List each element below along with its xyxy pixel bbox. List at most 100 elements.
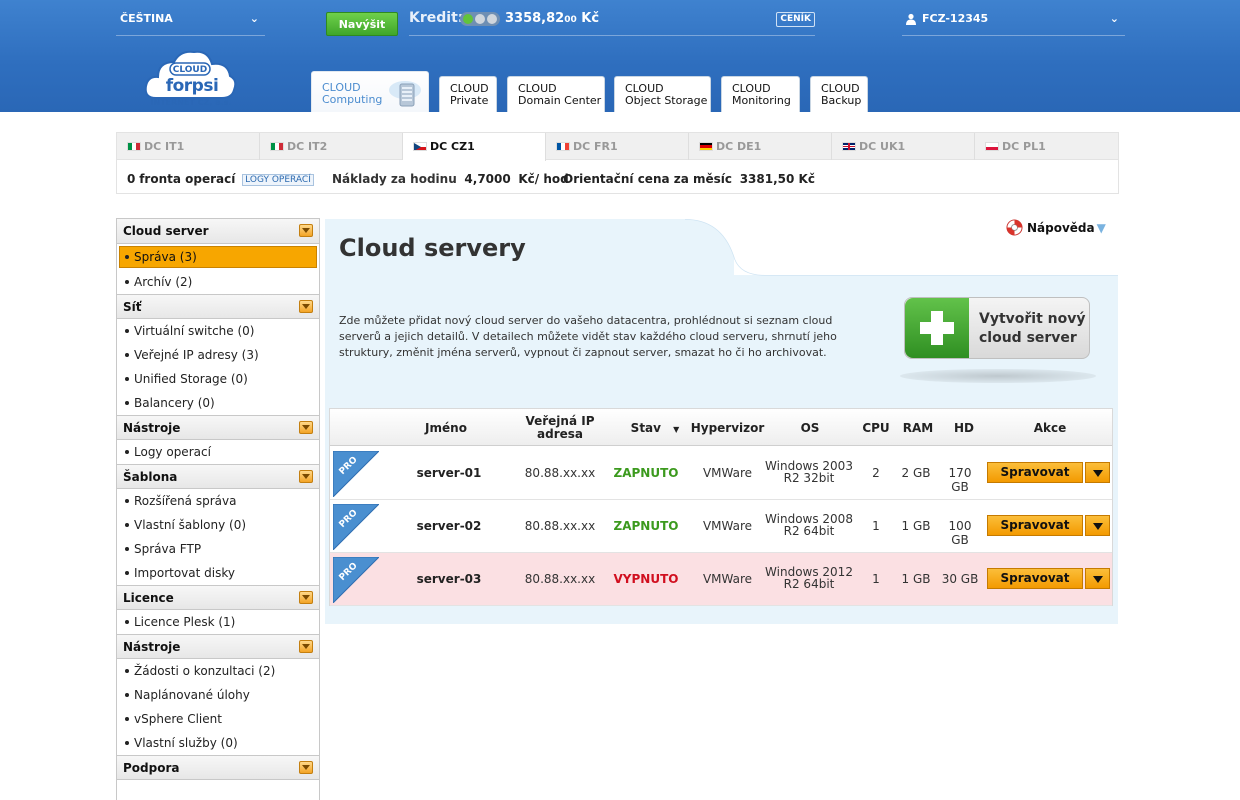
sidebar-section-template[interactable]: Šablona (117, 464, 319, 489)
server-os: Windows 2003 R2 32bit (765, 459, 853, 485)
tab-cloud-monitoring[interactable]: CLOUD Monitoring (721, 76, 800, 112)
server-name[interactable]: server-02 (410, 519, 488, 533)
sidebar-section-tools[interactable]: Nástroje (117, 415, 319, 440)
col-cpu[interactable]: CPU (858, 409, 894, 446)
datacenter-tabs: DC IT1 DC IT2 DC CZ1 DC FR1 DC DE1 DC UK… (117, 133, 1118, 161)
tab-dc-uk1[interactable]: DC UK1 (832, 133, 975, 160)
sidebar-item-scheduled-tasks[interactable]: Naplánované úlohy (117, 683, 319, 707)
col-name[interactable]: Jméno (410, 409, 482, 446)
table-row[interactable]: PRO server-03 80.88.xx.xx VYPNUTO VMWare… (330, 553, 1112, 606)
sidebar-section-support[interactable]: Podpora (117, 755, 319, 780)
sidebar-section-cloud-server[interactable]: Cloud server (117, 219, 319, 244)
tab-cloud-domain-center[interactable]: CLOUD Domain Center (507, 76, 605, 112)
triangle-down-icon (1093, 470, 1103, 477)
credit-box: Kredit: 3358,8200 Kč CENÍK (409, 8, 815, 36)
help-link[interactable]: Nápověda ▼ (1006, 219, 1106, 236)
tab-cloud-backup[interactable]: CLOUD Backup (810, 76, 868, 112)
server-hd: 100 GB (948, 519, 972, 547)
sidebar-item-custom-templates[interactable]: Vlastní šablony (0) (117, 513, 319, 537)
manage-dropdown-button[interactable] (1085, 515, 1110, 536)
manage-button[interactable]: Spravovat (987, 515, 1083, 536)
user-menu[interactable]: FCZ-12345 ⌄ (902, 8, 1125, 36)
manage-dropdown-button[interactable] (1085, 568, 1110, 589)
manage-button[interactable]: Spravovat (987, 568, 1083, 589)
germany-flag-icon (699, 142, 713, 151)
language-select[interactable]: ČEŠTINA ⌄ (116, 8, 265, 36)
traffic-light-icon (460, 12, 500, 26)
operations-queue: 0 fronta operací LOGY OPERACÍ (127, 172, 314, 186)
user-icon (906, 13, 916, 25)
sidebar-item-operation-logs[interactable]: Logy operací (117, 440, 319, 464)
server-name[interactable]: server-01 (410, 466, 488, 480)
collapse-icon[interactable] (299, 470, 313, 483)
server-status: ZAPNUTO (613, 519, 679, 533)
sidebar-item-balancers[interactable]: Balancery (0) (117, 391, 319, 415)
tab-dc-cz1[interactable]: DC CZ1 (403, 133, 546, 161)
italy-flag-icon (270, 142, 284, 151)
server-os: Windows 2012 R2 64bit (765, 565, 853, 591)
col-ram[interactable]: RAM (898, 409, 938, 446)
sidebar-item-manage[interactable]: Správa (3) (119, 246, 317, 268)
triangle-down-icon (1093, 576, 1103, 583)
server-name[interactable]: server-03 (410, 572, 488, 586)
collapse-icon[interactable] (299, 761, 313, 774)
manage-dropdown-button[interactable] (1085, 462, 1110, 483)
sidebar-item-plesk-licence[interactable]: Licence Plesk (1) (117, 610, 319, 634)
tab-dc-pl1[interactable]: DC PL1 (975, 133, 1118, 160)
sidebar-item-consultations[interactable]: Žádosti o konzultaci (2) (117, 659, 319, 683)
sidebar-item-vsphere-client[interactable]: vSphere Client (117, 707, 319, 731)
collapse-icon[interactable] (299, 224, 313, 237)
caret-down-icon: ▼ (1096, 221, 1106, 235)
topup-button[interactable]: Navýšit (326, 12, 398, 36)
sidebar-item-extended-management[interactable]: Rozšířená správa (117, 489, 319, 513)
tab-cloud-private[interactable]: CLOUD Private (439, 76, 497, 112)
sidebar-item-unified-storage[interactable]: Unified Storage (0) (117, 367, 319, 391)
tab-cloud-computing[interactable]: CLOUD Computing (311, 71, 429, 112)
tab-dc-de1[interactable]: DC DE1 (689, 133, 832, 160)
sidebar-item-custom-services[interactable]: Vlastní služby (0) (117, 731, 319, 755)
sidebar-section-network[interactable]: Síť (117, 294, 319, 319)
collapse-icon[interactable] (299, 591, 313, 604)
server-ram: 1 GB (901, 572, 931, 586)
forpsi-logo[interactable]: CLOUD forpsi INTERNET CZ, a.s. (138, 46, 242, 112)
server-os: Windows 2008 R2 64bit (765, 512, 853, 538)
create-server-button[interactable]: Vytvořit nový cloud server (904, 297, 1090, 359)
sidebar-item-public-ips[interactable]: Veřejné IP adresy (3) (117, 343, 319, 367)
logo-cloud-text: CLOUD (172, 65, 208, 75)
server-hypervisor: VMWare (702, 466, 753, 480)
server-status: ZAPNUTO (613, 466, 679, 480)
servers-icon (389, 81, 421, 107)
col-status[interactable]: Stav ▼ (620, 409, 690, 446)
monthly-cost: Orientační cena za měsíc 3381,50 Kč (563, 172, 815, 186)
col-hypervisor[interactable]: Hypervizor (690, 409, 765, 446)
sidebar: Cloud server Správa (3) Archív (2) Síť V… (116, 218, 320, 800)
credit-label: Kredit: (409, 10, 464, 26)
tab-dc-it1[interactable]: DC IT1 (117, 133, 260, 160)
operation-logs-button[interactable]: LOGY OPERACÍ (242, 174, 314, 186)
czech-flag-icon (413, 142, 427, 151)
italy-flag-icon (127, 142, 141, 151)
sidebar-item-import-disks[interactable]: Importovat disky (117, 561, 319, 585)
table-row[interactable]: PRO server-02 80.88.xx.xx ZAPNUTO VMWare… (330, 500, 1112, 553)
tab-dc-it2[interactable]: DC IT2 (260, 133, 403, 160)
col-public-ip[interactable]: Veřejná IP adresa (516, 409, 604, 446)
sidebar-item-archive[interactable]: Archív (2) (117, 270, 319, 294)
col-hd[interactable]: HD (942, 409, 986, 446)
tab-dc-fr1[interactable]: DC FR1 (546, 133, 689, 160)
sidebar-item-ftp[interactable]: Správa FTP (117, 537, 319, 561)
pricelist-link[interactable]: CENÍK (776, 12, 815, 27)
sidebar-section-tools-2[interactable]: Nástroje (117, 634, 319, 659)
collapse-icon[interactable] (299, 300, 313, 313)
server-status: VYPNUTO (613, 572, 679, 586)
sidebar-item-virtual-switches[interactable]: Virtuální switche (0) (117, 319, 319, 343)
poland-flag-icon (985, 142, 999, 151)
collapse-icon[interactable] (299, 640, 313, 653)
table-row[interactable]: PRO server-01 80.88.xx.xx ZAPNUTO VMWare… (330, 447, 1112, 500)
chevron-down-icon: ⌄ (1109, 12, 1119, 25)
manage-button[interactable]: Spravovat (987, 462, 1083, 483)
sidebar-section-licence[interactable]: Licence (117, 585, 319, 610)
hourly-cost: Náklady za hodinu 4,7000 Kč/ hod (332, 172, 569, 186)
collapse-icon[interactable] (299, 421, 313, 434)
tab-cloud-object-storage[interactable]: CLOUD Object Storage (614, 76, 711, 112)
col-os[interactable]: OS (770, 409, 850, 446)
